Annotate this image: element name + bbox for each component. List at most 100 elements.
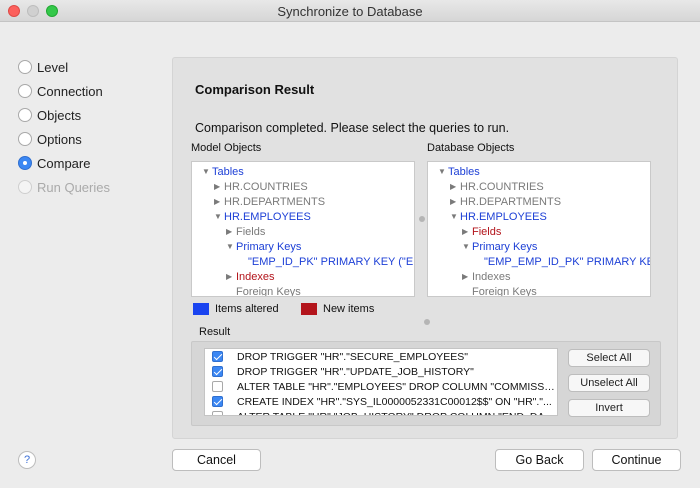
expanded-triangle-icon[interactable]: ▼ [226, 242, 236, 251]
query-row[interactable]: CREATE INDEX "HR"."SYS_IL0000052331C0001… [205, 394, 557, 409]
tree-node[interactable]: Foreign Keys [226, 284, 301, 297]
help-button[interactable]: ? [18, 451, 36, 469]
step-label: Objects [37, 107, 82, 123]
tree-node[interactable]: ▶ HR.DEPARTMENTS [214, 194, 325, 209]
result-label: Result [199, 326, 231, 338]
query-text: DROP TRIGGER "HR"."UPDATE_JOB_HISTORY" [237, 365, 474, 378]
query-text: CREATE INDEX "HR"."SYS_IL0000052331C0001… [237, 395, 552, 408]
query-row[interactable]: ALTER TABLE "HR"."EMPLOYEES" DROP COLUMN… [205, 379, 557, 394]
tree-node-label: Tables [212, 165, 244, 178]
query-row[interactable]: ALTER TABLE "HR"."JOB_HISTORY" DROP COLU… [205, 409, 557, 416]
continue-button[interactable]: Continue [592, 449, 681, 471]
collapsed-triangle-icon[interactable]: ▶ [450, 182, 460, 191]
query-text: ALTER TABLE "HR"."EMPLOYEES" DROP COLUMN… [237, 380, 557, 393]
tree-node-label: HR.DEPARTMENTS [460, 195, 562, 208]
expanded-triangle-icon[interactable]: ▼ [214, 212, 224, 221]
step-level[interactable]: Level [18, 58, 148, 76]
step-radio-icon [18, 84, 32, 98]
section-title: Comparison Result [195, 82, 315, 97]
expanded-triangle-icon[interactable]: ▼ [450, 212, 460, 221]
step-radio-icon [18, 156, 32, 170]
go-back-button[interactable]: Go Back [495, 449, 584, 471]
new-swatch [301, 303, 317, 315]
step-label: Connection [37, 83, 103, 99]
step-compare[interactable]: Compare [18, 154, 148, 172]
query-row[interactable]: DROP TRIGGER "HR"."SECURE_EMPLOYEES" [205, 349, 557, 364]
database-objects-tree[interactable]: ▼ Tables ▶ HR.COUNTRIES ▶ HR.DEPARTMENTS ▼ HR.E… [427, 161, 651, 297]
status-message: Comparison completed. Please select the … [195, 121, 510, 135]
altered-swatch [193, 303, 209, 315]
expanded-triangle-icon[interactable]: ▼ [462, 242, 472, 251]
tree-node[interactable]: ▶ Fields [226, 224, 265, 239]
tree-node[interactable]: ▶ Indexes [226, 269, 275, 284]
collapsed-triangle-icon[interactable]: ▶ [214, 182, 224, 191]
tree-node-label: "EMP_ID_PK" PRIMARY KEY ("EMP [248, 255, 415, 268]
tree-node-label: Foreign Keys [472, 285, 537, 297]
tree-node[interactable]: Foreign Keys [462, 284, 537, 297]
collapsed-triangle-icon[interactable]: ▶ [226, 272, 236, 281]
tree-node[interactable]: ▼ Tables [438, 164, 480, 179]
query-checkbox[interactable] [212, 351, 223, 362]
collapsed-triangle-icon[interactable]: ▶ [450, 197, 460, 206]
step-label: Run Queries [37, 179, 110, 195]
step-objects[interactable]: Objects [18, 106, 148, 124]
tree-node[interactable]: ▼ HR.EMPLOYEES [450, 209, 547, 224]
query-checkbox[interactable] [212, 381, 223, 392]
split-handle-top[interactable] [419, 216, 425, 222]
tree-node-label: "EMP_EMP_ID_PK" PRIMARY KEY ("E [484, 255, 650, 268]
result-group: DROP TRIGGER "HR"."SECURE_EMPLOYEES" DROP… [191, 341, 661, 426]
tree-node[interactable]: ▼ HR.EMPLOYEES [214, 209, 311, 224]
tree-node[interactable]: "EMP_EMP_ID_PK" PRIMARY KEY ("E [474, 254, 650, 269]
tree-node[interactable]: ▼ Primary Keys [226, 239, 301, 254]
model-objects-label: Model Objects [191, 142, 262, 154]
query-checkbox[interactable] [212, 366, 223, 377]
main-panel: Comparison Result Comparison completed. … [172, 57, 678, 439]
query-row[interactable]: DROP TRIGGER "HR"."UPDATE_JOB_HISTORY" [205, 364, 557, 379]
split-handle-bottom[interactable] [424, 319, 430, 325]
query-list[interactable]: DROP TRIGGER "HR"."SECURE_EMPLOYEES" DROP… [204, 348, 558, 416]
tree-node[interactable]: ▶ HR.COUNTRIES [450, 179, 544, 194]
tree-node-label: HR.DEPARTMENTS [224, 195, 326, 208]
step-run-queries: Run Queries [18, 178, 148, 196]
tree-node-label: Primary Keys [472, 240, 538, 253]
tree-node-label: Fields [236, 225, 266, 238]
step-radio-icon [18, 60, 32, 74]
step-connection[interactable]: Connection [18, 82, 148, 100]
step-options[interactable]: Options [18, 130, 148, 148]
tree-node[interactable]: ▼ Primary Keys [462, 239, 537, 254]
expanded-triangle-icon[interactable]: ▼ [438, 167, 448, 176]
tree-node-label: Indexes [472, 270, 511, 283]
step-radio-icon [18, 108, 32, 122]
unselect-all-button[interactable]: Unselect All [568, 374, 650, 392]
collapsed-triangle-icon[interactable]: ▶ [462, 272, 472, 281]
invert-button[interactable]: Invert [568, 399, 650, 417]
expanded-triangle-icon[interactable]: ▼ [202, 167, 212, 176]
query-checkbox[interactable] [212, 396, 223, 407]
query-text: DROP TRIGGER "HR"."SECURE_EMPLOYEES" [237, 350, 468, 363]
model-objects-tree[interactable]: ▼ Tables ▶ HR.COUNTRIES ▶ HR.DEPARTMENTS ▼ HR.E… [191, 161, 415, 297]
tree-node-label: HR.COUNTRIES [460, 180, 544, 193]
title-bar: Synchronize to Database [0, 0, 700, 22]
tree-node[interactable]: ▶ Indexes [462, 269, 511, 284]
step-radio-icon [18, 180, 32, 194]
collapsed-triangle-icon[interactable]: ▶ [214, 197, 224, 206]
step-label: Compare [37, 155, 91, 171]
collapsed-triangle-icon[interactable]: ▶ [462, 227, 472, 236]
tree-node-label: Tables [448, 165, 480, 178]
tree-node[interactable]: ▶ Fields [462, 224, 501, 239]
tree-node-label: Indexes [236, 270, 275, 283]
tree-node[interactable]: ▼ Tables [202, 164, 244, 179]
tree-node[interactable]: ▶ HR.COUNTRIES [214, 179, 308, 194]
tree-node-label: HR.EMPLOYEES [224, 210, 311, 223]
step-radio-icon [18, 132, 32, 146]
cancel-button[interactable]: Cancel [172, 449, 261, 471]
tree-node-label: Primary Keys [236, 240, 302, 253]
query-text: ALTER TABLE "HR"."JOB_HISTORY" DROP COLU… [237, 411, 557, 416]
tree-node[interactable]: "EMP_ID_PK" PRIMARY KEY ("EMP [238, 254, 415, 269]
step-label: Options [37, 131, 82, 147]
select-all-button[interactable]: Select All [568, 349, 650, 367]
tree-node[interactable]: ▶ HR.DEPARTMENTS [450, 194, 561, 209]
query-checkbox[interactable] [212, 411, 223, 415]
collapsed-triangle-icon[interactable]: ▶ [226, 227, 236, 236]
tree-node-label: HR.COUNTRIES [224, 180, 308, 193]
